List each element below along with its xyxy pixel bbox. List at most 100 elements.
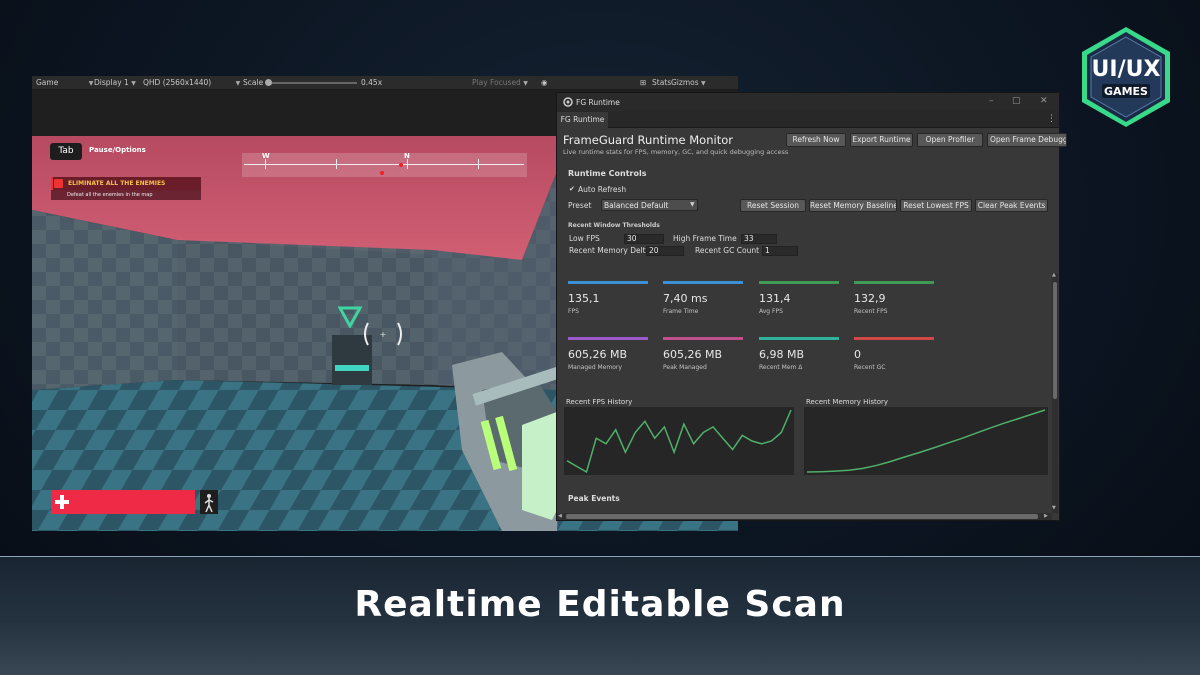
memory-history-chart <box>806 409 1046 473</box>
compass-tick <box>478 159 479 169</box>
uiux-games-logo: UI/UX GAMES <box>1082 27 1170 127</box>
metric-value: 7,40 ms <box>663 292 708 305</box>
low-fps-field[interactable]: 30 <box>624 234 664 244</box>
export-runtime-button[interactable]: Export Runtime <box>850 133 913 147</box>
monitor-heading: FrameGuard Runtime Monitor <box>563 133 733 147</box>
horizontal-scrollbar-thumb[interactable] <box>566 514 1038 519</box>
window-titlebar[interactable] <box>557 93 1059 111</box>
display-dropdown-label: Display 1 <box>94 78 129 87</box>
metric-color-bar <box>568 281 648 284</box>
compass-west-label: W <box>262 152 270 160</box>
metric-color-bar <box>568 337 648 340</box>
metric-card-managed-memory: 605,26 MB Managed Memory <box>568 337 648 385</box>
chevron-down-icon: ▼ <box>88 80 94 87</box>
metric-card-recent-fps: 132,9 Recent FPS <box>854 281 934 329</box>
metric-label: FPS <box>568 308 579 315</box>
metric-color-bar <box>854 337 934 340</box>
metric-card-peak-managed: 605,26 MB Peak Managed <box>663 337 743 385</box>
crosshair-icon: + <box>364 322 402 346</box>
vertical-scrollbar-thumb[interactable] <box>1053 282 1057 399</box>
compass-north-label: N <box>404 152 410 160</box>
play-focused-dropdown[interactable]: Play Focused ▼ <box>472 78 528 87</box>
metric-card-avg-fps: 131,4 Avg FPS <box>759 281 839 329</box>
reset-session-button[interactable]: Reset Session <box>740 199 806 212</box>
metric-label: Recent FPS <box>854 308 888 315</box>
gizmos-label: Gizmos <box>671 78 699 87</box>
recent-gc-count-field[interactable]: 1 <box>762 246 798 256</box>
stats-button[interactable]: Stats <box>652 78 671 87</box>
fps-history-chart <box>566 409 792 474</box>
metric-card-recent-gc: 0 Recent GC <box>854 337 934 385</box>
metric-value: 135,1 <box>568 292 600 305</box>
recent-memory-delta-field[interactable]: 20 <box>646 246 684 256</box>
metric-value: 6,98 MB <box>759 348 805 361</box>
tab-key-hint: Tab <box>50 143 82 160</box>
scale-slider[interactable] <box>267 82 357 84</box>
waypoint-triangle-icon <box>338 306 362 328</box>
minimize-icon[interactable]: – <box>989 96 994 106</box>
chevron-down-icon: ▼ <box>523 80 528 87</box>
compass-line <box>244 164 524 165</box>
auto-refresh-label: Auto Refresh <box>578 185 627 194</box>
close-icon[interactable]: ✕ <box>1040 96 1048 106</box>
editor-window-icon <box>563 97 573 107</box>
metric-card-fps: 135,1 FPS <box>568 281 648 329</box>
objective-title: ELIMINATE ALL THE ENEMIES <box>68 179 166 187</box>
scroll-down-icon[interactable]: ▼ <box>1052 505 1056 511</box>
reset-memory-baseline-button[interactable]: Reset Memory Baseline <box>809 199 897 212</box>
resolution-dropdown[interactable]: QHD (2560x1440) ▼ <box>143 78 240 87</box>
preset-dropdown-value: Balanced Default <box>604 200 669 210</box>
mute-audio-icon[interactable]: ◉ <box>541 78 548 87</box>
scroll-left-icon[interactable]: ◀ <box>558 513 562 519</box>
metric-card-recent-mem-delta: 6,98 MB Recent Mem Δ <box>759 337 839 385</box>
scale-value: 0.45x <box>361 78 383 87</box>
open-frame-debugger-button[interactable]: Open Frame Debugger <box>987 133 1067 147</box>
scroll-right-icon[interactable]: ▶ <box>1044 513 1048 519</box>
enemy-marker <box>380 171 384 175</box>
window-title: FG Runtime <box>576 97 620 107</box>
metric-label: Recent GC <box>854 364 886 371</box>
open-profiler-button[interactable]: Open Profiler <box>917 133 983 147</box>
health-bar <box>51 490 195 514</box>
tab-fg-runtime[interactable]: FG Runtime <box>557 112 608 128</box>
clear-peak-events-button[interactable]: Clear Peak Events <box>975 199 1048 212</box>
logo-text-bottom: GAMES <box>1104 85 1148 98</box>
pause-options-label: Pause/Options <box>89 146 146 154</box>
logo-text-top: UI/UX <box>1092 57 1161 82</box>
low-fps-label: Low FPS <box>569 234 600 243</box>
metric-color-bar <box>854 281 934 284</box>
display-dropdown[interactable]: Display 1 ▼ <box>94 78 136 87</box>
scale-slider-handle[interactable] <box>265 79 272 86</box>
play-focused-label: Play Focused <box>472 78 521 87</box>
reset-lowest-fps-button[interactable]: Reset Lowest FPS <box>900 199 972 212</box>
metric-value: 132,9 <box>854 292 886 305</box>
metric-label: Recent Mem Δ <box>759 364 803 371</box>
gizmos-button[interactable]: Gizmos ▼ <box>671 78 706 87</box>
compass-tick <box>407 159 408 169</box>
compass-bar <box>242 153 527 177</box>
high-frame-time-field[interactable]: 33 <box>741 234 777 244</box>
chevron-down-icon: ▼ <box>690 201 695 208</box>
metric-label: Managed Memory <box>568 364 622 371</box>
auto-refresh-checkbox[interactable]: ✔ <box>569 185 575 193</box>
recent-gc-count-label: Recent GC Count <box>695 246 760 255</box>
scroll-up-icon[interactable]: ▲ <box>1052 272 1056 278</box>
metric-label: Frame Time <box>663 308 699 315</box>
high-frame-time-label: High Frame Time <box>673 234 737 243</box>
metric-color-bar <box>759 337 839 340</box>
metric-card-frame-time: 7,40 ms Frame Time <box>663 281 743 329</box>
enemy-marker <box>399 163 403 167</box>
target-icon <box>54 179 63 188</box>
metric-label: Peak Managed <box>663 364 707 371</box>
metric-value: 0 <box>854 348 861 361</box>
refresh-now-button[interactable]: Refresh Now <box>786 133 846 147</box>
maximize-icon[interactable]: ▢ <box>1012 96 1021 106</box>
compass-tick <box>336 159 337 169</box>
fps-history-title: Recent FPS History <box>566 398 633 406</box>
memory-history-title: Recent Memory History <box>806 398 889 406</box>
aspect-icon[interactable]: ⊞ <box>640 78 646 87</box>
metric-color-bar <box>759 281 839 284</box>
more-options-icon[interactable]: ⋮ <box>1047 114 1056 124</box>
game-view-dropdown[interactable]: Game ▼ <box>36 78 93 87</box>
metric-color-bar <box>663 337 743 340</box>
